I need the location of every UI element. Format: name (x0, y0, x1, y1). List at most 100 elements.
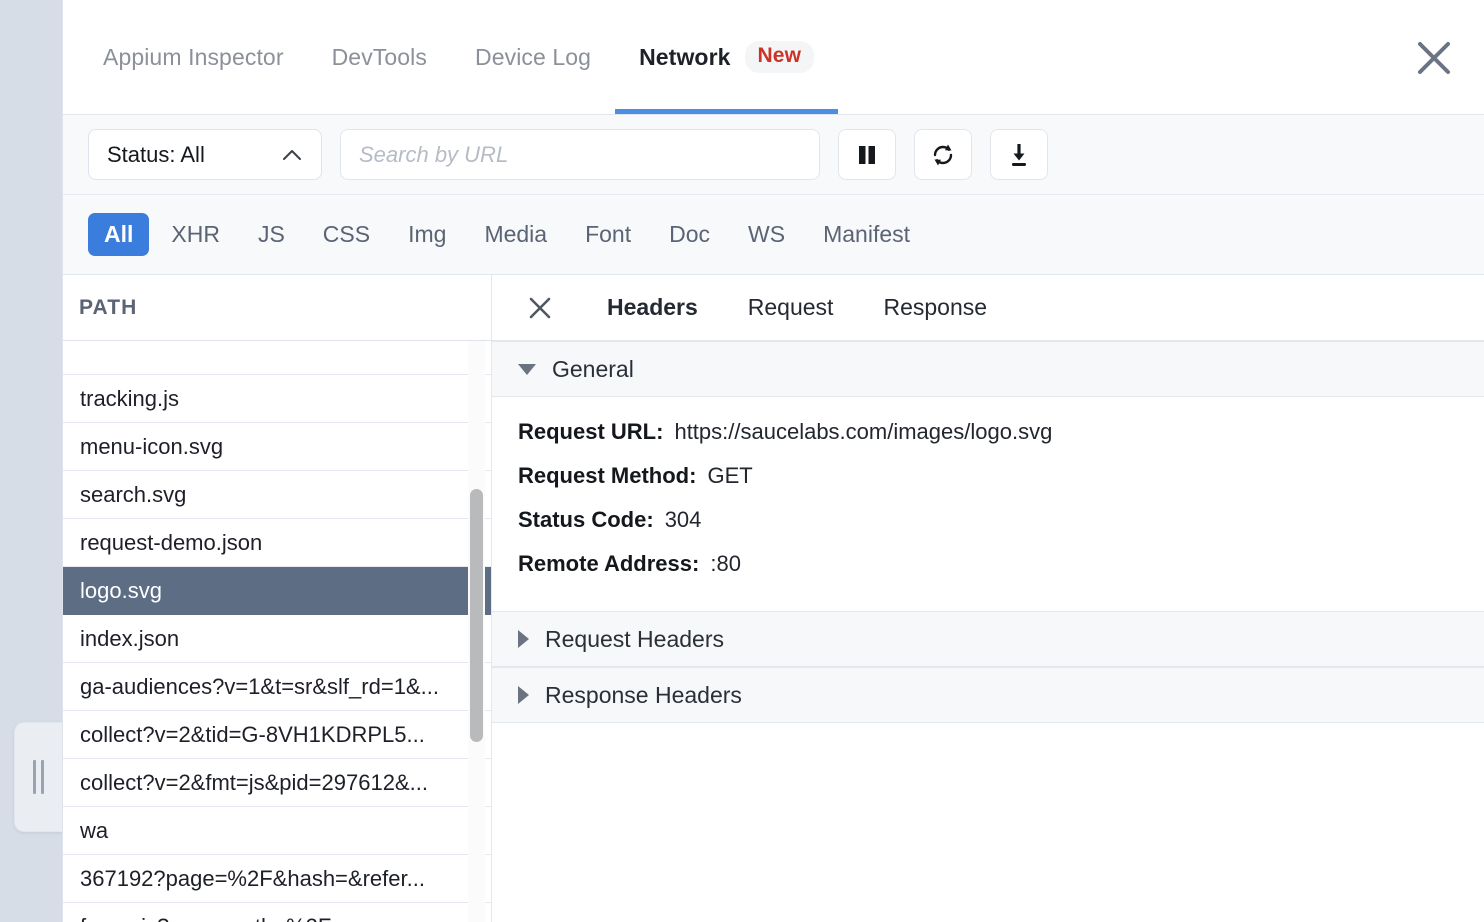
list-item[interactable] (63, 341, 491, 375)
list-item-label: request-demo.json (80, 530, 262, 556)
general-section-body: Request URL: https://saucelabs.com/image… (492, 397, 1484, 611)
list-item[interactable]: search.svg (63, 471, 491, 519)
section-general-toggle[interactable]: General (492, 341, 1484, 397)
section-title: Response Headers (545, 682, 742, 709)
network-panel: Appium Inspector DevTools Device Log Net… (62, 0, 1484, 922)
list-item-label: forms.js?page_path=%2F (80, 914, 331, 922)
chip-label: Img (408, 221, 446, 247)
list-item-label: index.json (80, 626, 179, 652)
list-item-label: collect?v=2&tid=G-8VH1KDRPL5... (80, 722, 425, 748)
section-request-headers-toggle[interactable]: Request Headers (492, 611, 1484, 667)
section-response-headers-toggle[interactable]: Response Headers (492, 667, 1484, 723)
tab-label: DevTools (332, 44, 427, 71)
list-item-label: wa (80, 818, 108, 844)
list-item[interactable]: tracking.js (63, 375, 491, 423)
new-badge: New (745, 41, 814, 73)
detail-value: 304 (665, 507, 702, 533)
chevron-up-icon (281, 147, 303, 166)
filter-chip-manifest[interactable]: Manifest (807, 213, 926, 256)
detail-tab-label: Headers (607, 294, 698, 320)
tab-device-log[interactable]: Device Log (451, 0, 615, 114)
triangle-right-icon (518, 630, 529, 648)
tab-network[interactable]: Network New (615, 0, 838, 114)
detail-value: :80 (710, 551, 741, 577)
list-item[interactable]: collect?v=2&fmt=js&pid=297612&... (63, 759, 491, 807)
detail-tabbar: Headers Request Response (492, 275, 1484, 341)
request-detail-pane: Headers Request Response General Request… (492, 275, 1484, 922)
tab-devtools[interactable]: DevTools (308, 0, 451, 114)
network-toolbar: Status: All (63, 115, 1484, 195)
app-root: Appium Inspector DevTools Device Log Net… (0, 0, 1484, 922)
grip-icon (33, 760, 44, 794)
close-icon (1414, 38, 1454, 78)
detail-tab-headers[interactable]: Headers (582, 294, 723, 321)
detail-tab-label: Request (748, 294, 834, 320)
detail-key: Status Code: (518, 507, 654, 533)
list-item[interactable]: menu-icon.svg (63, 423, 491, 471)
list-item-label: logo.svg (80, 578, 162, 604)
detail-tab-label: Response (883, 294, 987, 320)
network-body: PATH tracking.js menu-icon.svg search.sv… (63, 275, 1484, 922)
filter-chip-doc[interactable]: Doc (653, 213, 726, 256)
detail-close-button[interactable] (520, 288, 560, 328)
filter-chip-ws[interactable]: WS (732, 213, 801, 256)
tab-label: Appium Inspector (103, 44, 284, 71)
detail-tab-request[interactable]: Request (723, 294, 859, 321)
filter-chip-css[interactable]: CSS (307, 213, 386, 256)
search-input[interactable] (357, 141, 803, 169)
chip-label: CSS (323, 221, 370, 247)
list-scrollbar[interactable] (468, 341, 485, 922)
list-item-label: ga-audiences?v=1&t=sr&slf_rd=1&... (80, 674, 439, 700)
list-column-header-path: PATH (63, 275, 491, 341)
detail-row-remote-address: Remote Address: :80 (492, 551, 1484, 595)
triangle-right-icon (518, 686, 529, 704)
filter-chip-font[interactable]: Font (569, 213, 647, 256)
chip-label: WS (748, 221, 785, 247)
triangle-down-icon (518, 364, 536, 375)
request-list-pane: PATH tracking.js menu-icon.svg search.sv… (63, 275, 492, 922)
filter-chip-all[interactable]: All (88, 213, 149, 256)
list-item[interactable]: wa (63, 807, 491, 855)
refresh-button[interactable] (914, 129, 972, 180)
list-item-label: tracking.js (80, 386, 179, 412)
detail-tab-response[interactable]: Response (858, 294, 1012, 321)
download-button[interactable] (990, 129, 1048, 180)
chip-label: JS (258, 221, 285, 247)
chip-label: Media (484, 221, 547, 247)
list-item[interactable]: 367192?page=%2F&hash=&refer... (63, 855, 491, 903)
refresh-icon (929, 141, 957, 169)
search-box[interactable] (340, 129, 820, 180)
filter-chip-js[interactable]: JS (242, 213, 301, 256)
request-list-scroll[interactable]: tracking.js menu-icon.svg search.svg req… (63, 341, 491, 922)
detail-row-status-code: Status Code: 304 (492, 507, 1484, 551)
request-list: tracking.js menu-icon.svg search.svg req… (63, 341, 491, 922)
filter-chip-xhr[interactable]: XHR (155, 213, 236, 256)
list-item[interactable]: forms.js?page_path=%2F (63, 903, 491, 922)
main-tabs: Appium Inspector DevTools Device Log Net… (79, 0, 838, 114)
tab-label: Device Log (475, 44, 591, 71)
list-item[interactable]: request-demo.json (63, 519, 491, 567)
type-filter-bar: All XHR JS CSS Img Media Font Doc WS Man… (63, 195, 1484, 275)
panel-resize-handle[interactable] (14, 722, 62, 832)
status-filter-select[interactable]: Status: All (88, 129, 322, 180)
list-item[interactable]: index.json (63, 615, 491, 663)
list-item[interactable]: collect?v=2&tid=G-8VH1KDRPL5... (63, 711, 491, 759)
detail-value: GET (707, 463, 752, 489)
list-item-label: collect?v=2&fmt=js&pid=297612&... (80, 770, 428, 796)
close-button[interactable] (1408, 32, 1460, 84)
list-item-label: menu-icon.svg (80, 434, 223, 460)
filter-chip-img[interactable]: Img (392, 213, 462, 256)
close-icon (527, 295, 553, 321)
pause-icon (854, 142, 880, 168)
detail-key: Request URL: (518, 419, 663, 445)
section-title: Request Headers (545, 626, 724, 653)
tab-appium-inspector[interactable]: Appium Inspector (79, 0, 308, 114)
pause-button[interactable] (838, 129, 896, 180)
main-tabbar: Appium Inspector DevTools Device Log Net… (63, 0, 1484, 115)
list-scrollbar-thumb[interactable] (470, 489, 483, 742)
list-item-selected[interactable]: logo.svg (63, 567, 491, 615)
filter-chip-media[interactable]: Media (468, 213, 563, 256)
list-item[interactable]: ga-audiences?v=1&t=sr&slf_rd=1&... (63, 663, 491, 711)
detail-key: Request Method: (518, 463, 696, 489)
detail-value: https://saucelabs.com/images/logo.svg (674, 419, 1052, 445)
